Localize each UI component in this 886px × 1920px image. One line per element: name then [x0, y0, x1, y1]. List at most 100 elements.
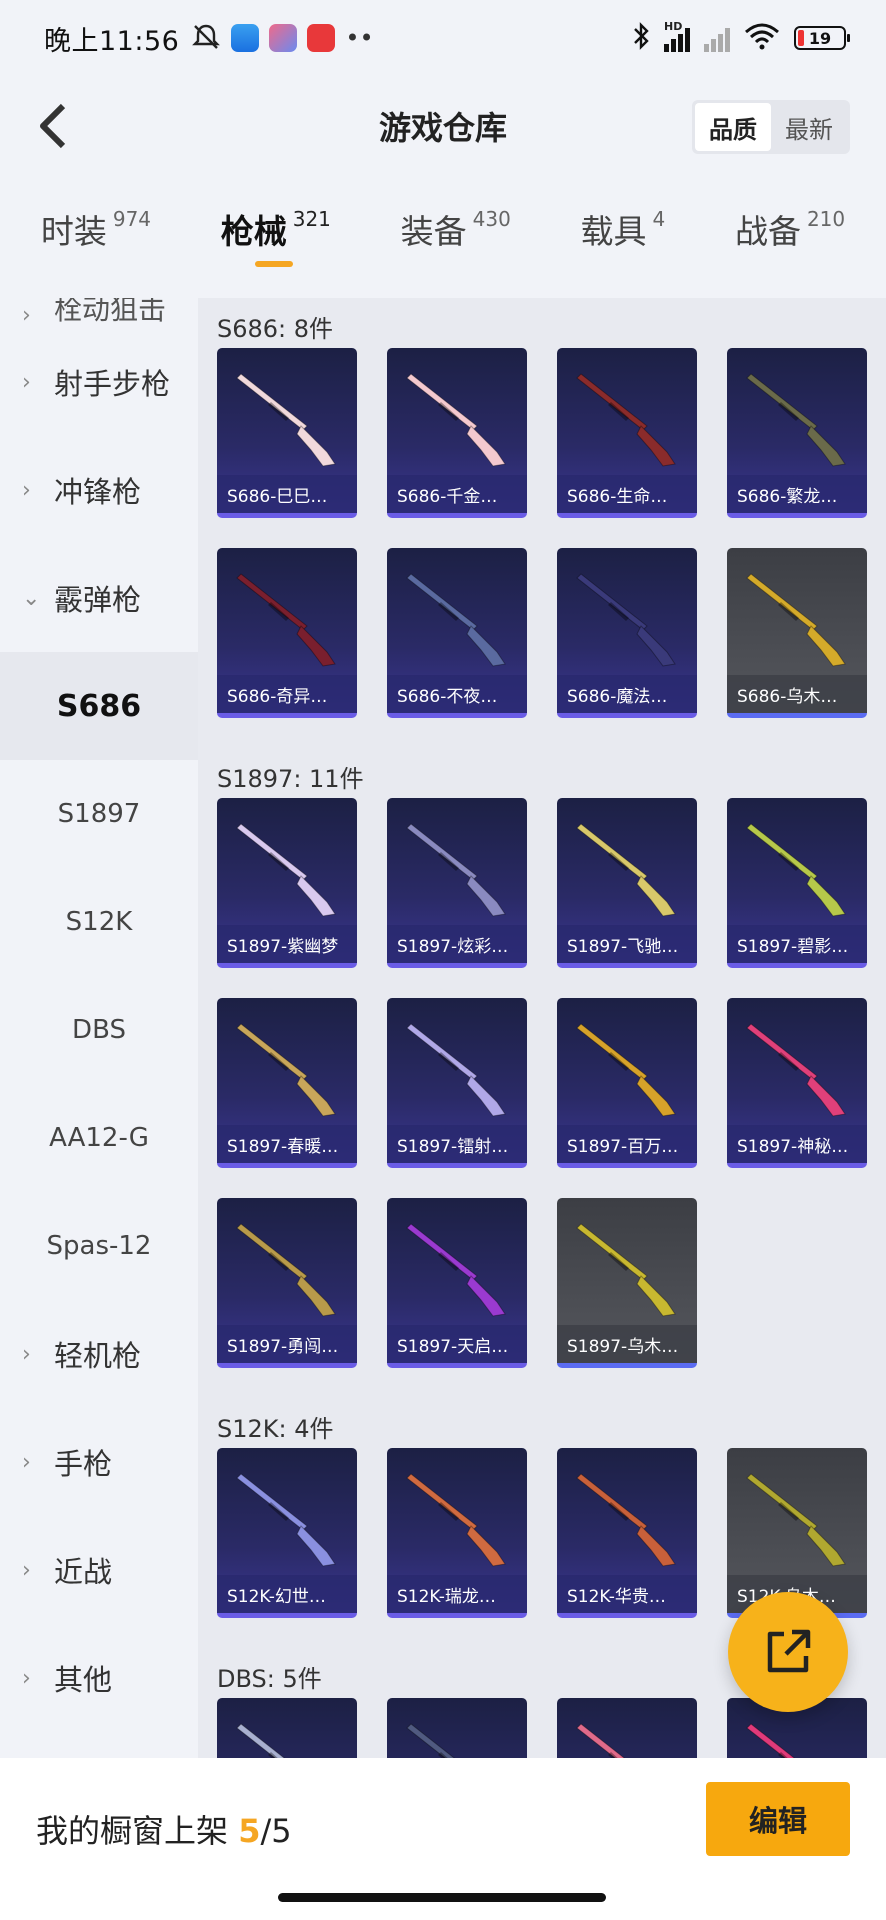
skin-card[interactable]: S686-巳巳… — [217, 348, 357, 518]
tab-guns[interactable]: 枪械 321 — [221, 205, 331, 267]
wallet-app-icon — [231, 24, 260, 52]
tab-equipment[interactable]: 装备 430 — [401, 205, 511, 267]
sidebar-item-pistol[interactable]: › 手枪 — [0, 1408, 198, 1516]
skin-card[interactable]: S1897-神秘… — [727, 998, 867, 1168]
signal-2-icon — [704, 24, 730, 52]
showcase-current: 5 — [238, 1812, 261, 1850]
mute-icon — [191, 22, 221, 54]
sidebar-item-other[interactable]: › 其他 — [0, 1624, 198, 1732]
skin-name: S1897-天启… — [387, 1325, 527, 1363]
skin-card[interactable]: S686-乌木… — [727, 548, 867, 718]
sidebar-item-label: 轻机枪 — [54, 1339, 142, 1373]
group-title: S686: 8件 — [217, 314, 334, 343]
share-floating-button[interactable] — [728, 1592, 848, 1712]
sidebar-item-label: 栓动狙击 — [54, 298, 167, 326]
skin-list[interactable]: S686: 8件 S686-巳巳… S686-千金… S686-生命… S686-繁龙…… — [198, 298, 886, 1758]
sidebar-subitem-aa12g[interactable]: AA12-G — [0, 1084, 198, 1192]
skin-name: S1897-春暖… — [217, 1125, 357, 1163]
skin-name: S686-魔法… — [557, 675, 697, 713]
skin-name: S686-不夜… — [387, 675, 527, 713]
skin-card[interactable]: S686-千金… — [387, 348, 527, 518]
shotgun-icon — [576, 1223, 676, 1317]
shotgun-icon — [236, 1023, 336, 1117]
skin-card[interactable]: S12K-华贵… — [557, 1448, 697, 1618]
sidebar-subitem-s686[interactable]: S686 — [0, 652, 198, 760]
tab-label: 枪械 — [220, 212, 287, 251]
skin-card[interactable]: S1897-天启… — [387, 1198, 527, 1368]
shotgun-icon — [236, 1723, 285, 1758]
home-indicator[interactable] — [278, 1893, 606, 1902]
tab-supplies[interactable]: 战备 210 — [735, 205, 845, 267]
sidebar-item-lmg[interactable]: › 轻机枪 — [0, 1300, 198, 1408]
skin-name: S12K-华贵… — [557, 1575, 697, 1613]
status-bar: 晚上11:56 •• HD 19 — [0, 0, 886, 76]
tab-label: 载具 — [580, 212, 647, 251]
skin-card[interactable]: S686-繁龙… — [727, 348, 867, 518]
skin-grid: S686-巳巳… S686-千金… S686-生命… S686-繁龙… S686-奇异…… — [217, 348, 886, 748]
skin-card[interactable]: S1897-百万… — [557, 998, 697, 1168]
skin-card[interactable]: S1897-勇闯… — [217, 1198, 357, 1368]
skin-name: S1897-勇闯… — [217, 1325, 357, 1363]
skin-card[interactable]: S12K-瑞龙… — [387, 1448, 527, 1618]
skin-card[interactable]: S12K-幻世… — [217, 1448, 357, 1618]
skin-name: S686-生命… — [557, 475, 697, 513]
sidebar-item-label: 近战 — [54, 1555, 113, 1589]
shotgun-icon — [406, 1023, 506, 1117]
showcase-total: /5 — [260, 1812, 292, 1850]
skin-name: S1897-百万… — [557, 1125, 697, 1163]
skin-card[interactable]: S686-不夜… — [387, 548, 527, 718]
shotgun-icon — [236, 373, 336, 467]
skin-card[interactable] — [387, 1698, 527, 1758]
sidebar-item-bolt-sniper[interactable]: › 栓动狙击 — [0, 298, 198, 328]
sidebar-item-shotgun[interactable]: ⌄ 霰弹枪 — [0, 544, 198, 652]
chevron-right-icon: › — [22, 369, 31, 395]
shotgun-icon — [236, 573, 336, 667]
group-title: S12K: 4件 — [217, 1414, 334, 1443]
skin-card[interactable] — [557, 1698, 697, 1758]
chevron-right-icon: › — [22, 477, 31, 503]
sidebar-item-label: 手枪 — [54, 1447, 113, 1481]
tab-count: 430 — [472, 207, 511, 231]
skin-card[interactable]: S1897-乌木… — [557, 1198, 697, 1368]
shotgun-icon — [746, 1723, 795, 1758]
skin-name: S1897-镭射… — [387, 1125, 527, 1163]
sidebar-item-melee[interactable]: › 近战 — [0, 1516, 198, 1624]
edit-button[interactable]: 编辑 — [706, 1782, 850, 1856]
skin-name: S686-巳巳… — [217, 475, 357, 513]
skin-card[interactable]: S1897-炫彩… — [387, 798, 527, 968]
clock: 晚上11:56 — [44, 25, 180, 57]
shotgun-icon — [236, 1223, 336, 1317]
sidebar-subitem-s12k[interactable]: S12K — [0, 868, 198, 976]
sidebar-item-smg[interactable]: › 冲锋枪 — [0, 436, 198, 544]
skin-name: S1897-炫彩… — [387, 925, 527, 963]
sort-newest-button[interactable]: 最新 — [771, 103, 847, 151]
share-icon — [767, 1629, 811, 1673]
tab-label: 装备 — [400, 212, 467, 251]
sidebar-subitem-s1897[interactable]: S1897 — [0, 760, 198, 868]
sidebar-item-dmr[interactable]: › 射手步枪 — [0, 328, 198, 436]
sidebar-subitem-spas12[interactable]: Spas-12 — [0, 1192, 198, 1300]
skin-card[interactable] — [217, 1698, 357, 1758]
skin-name: S686-乌木… — [727, 675, 867, 713]
skin-card[interactable]: S686-奇异… — [217, 548, 357, 718]
tab-vehicles[interactable]: 载具 4 — [581, 205, 666, 267]
back-button[interactable] — [24, 98, 80, 154]
skin-card[interactable]: S1897-飞驰… — [557, 798, 697, 968]
sidebar-subitem-dbs[interactable]: DBS — [0, 976, 198, 1084]
shotgun-icon — [236, 823, 336, 917]
showcase-label: 我的橱窗上架 — [36, 1812, 239, 1850]
shotgun-icon — [576, 1023, 676, 1117]
chevron-right-icon: › — [22, 1341, 31, 1367]
skin-card[interactable]: S1897-镭射… — [387, 998, 527, 1168]
skin-card[interactable]: S1897-紫幽梦 — [217, 798, 357, 968]
skin-card[interactable]: S686-生命… — [557, 348, 697, 518]
skin-card[interactable]: S686-魔法… — [557, 548, 697, 718]
skin-card[interactable]: S1897-碧影… — [727, 798, 867, 968]
header: 游戏仓库 品质 最新 — [0, 76, 886, 176]
tab-fashion[interactable]: 时装 974 — [41, 205, 151, 267]
skin-card[interactable]: S1897-春暖… — [217, 998, 357, 1168]
tab-count: 321 — [292, 207, 331, 231]
sort-quality-button[interactable]: 品质 — [695, 103, 771, 151]
shotgun-icon — [576, 1473, 676, 1567]
skin-name: S686-繁龙… — [727, 475, 867, 513]
